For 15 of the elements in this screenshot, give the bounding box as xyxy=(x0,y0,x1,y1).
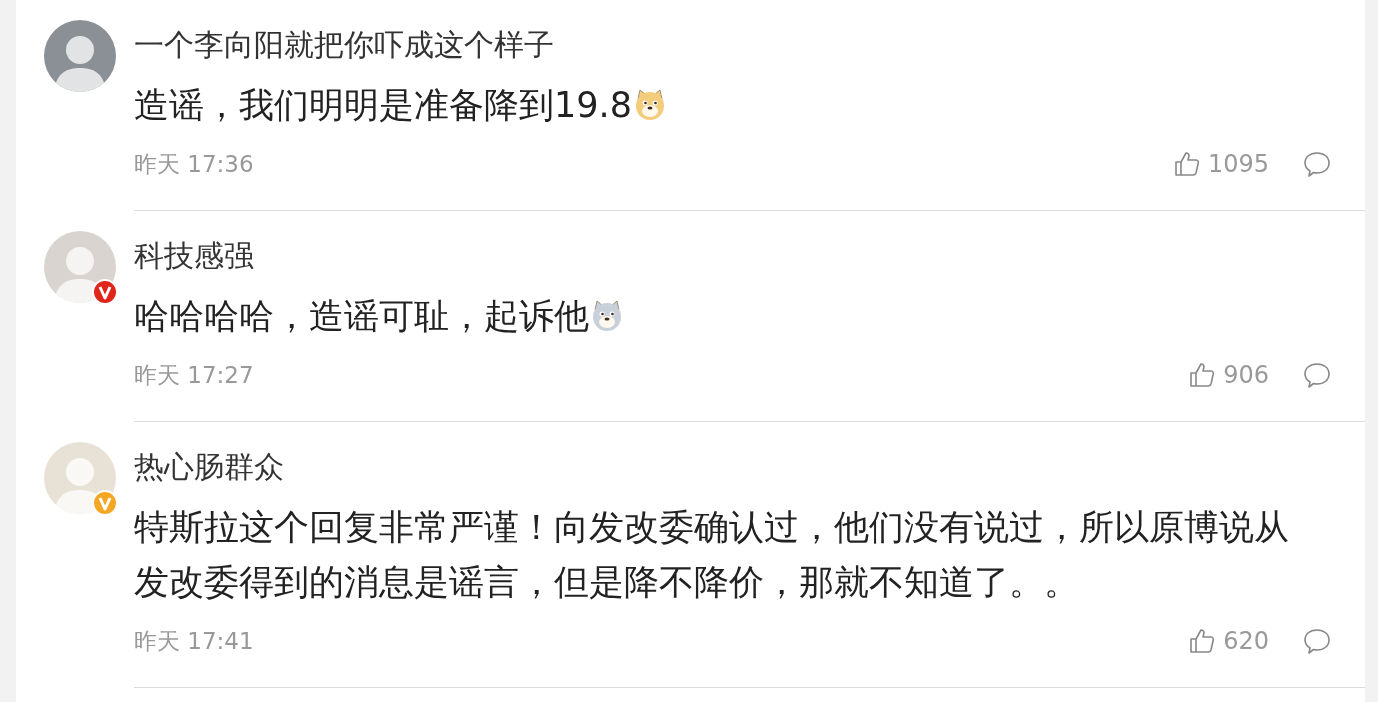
comment-icon[interactable] xyxy=(1303,361,1331,389)
comment-text: 特斯拉这个回复非常严谨！向发改委确认过，他们没有说过，所以原博说从发改委得到的消息是谣言，但是降不降价，那就不知道了。。 xyxy=(134,506,1290,604)
comment-text: 造谣，我们明明是准备降到19.8 xyxy=(134,78,1304,133)
username[interactable]: 热心肠群众 xyxy=(134,450,1331,484)
thumbs-up-icon xyxy=(1173,151,1200,177)
timestamp: 昨天 17:27 xyxy=(134,360,255,390)
timestamp: 昨天 17:41 xyxy=(134,626,255,656)
username[interactable]: 科技感强 xyxy=(134,239,1331,273)
thumbs-up-icon xyxy=(1189,362,1216,388)
thumbs-up-icon xyxy=(1189,628,1216,654)
username[interactable]: 一个李向阳就把你吓成这个样子 xyxy=(134,28,1331,62)
timestamp: 昨天 17:36 xyxy=(134,149,255,179)
comment-icon[interactable] xyxy=(1303,150,1331,178)
comment-text: 哈哈哈哈，造谣可耻，起诉他 xyxy=(134,289,1304,344)
comment-icon[interactable] xyxy=(1303,627,1331,655)
